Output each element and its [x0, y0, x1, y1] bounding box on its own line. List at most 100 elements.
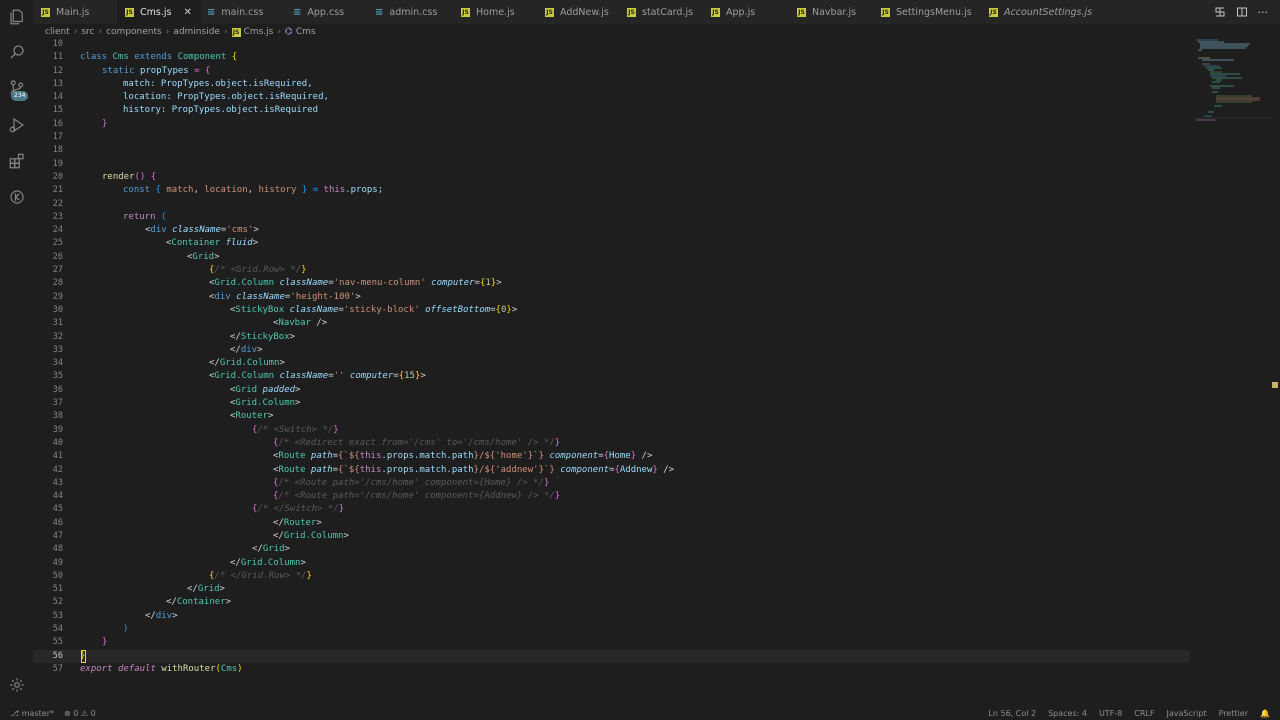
scrollbar-marker: [1272, 382, 1278, 388]
encoding[interactable]: UTF-8: [1099, 709, 1122, 718]
indentation[interactable]: Spaces: 4: [1048, 709, 1087, 718]
remote-icon[interactable]: [0, 182, 33, 212]
code-line: 52 </Container>: [33, 596, 1190, 609]
line-number: 36: [52, 384, 63, 395]
code-line: 19: [33, 158, 1190, 171]
line-number: 19: [52, 158, 63, 169]
close-icon[interactable]: ✕: [183, 7, 191, 18]
tab-home-js[interactable]: JS Home.js: [453, 0, 537, 24]
js-file-icon: JS: [545, 7, 554, 17]
js-file-icon: JS: [989, 7, 998, 17]
code-line: 14 location: PropTypes.object.isRequired,: [33, 91, 1190, 104]
more-actions-icon[interactable]: ···: [1258, 6, 1269, 19]
code-line: 48 </Grid>: [33, 543, 1190, 556]
code-line: 47 </Grid.Column>: [33, 530, 1190, 543]
code-line: 28 <Grid.Column className='nav-menu-colum…: [33, 277, 1190, 290]
line-number: 48: [52, 544, 63, 555]
line-number: 41: [52, 451, 63, 462]
code-line: 40 {/* <Redirect exact from='/cms' to='/c…: [33, 437, 1190, 450]
js-file-icon: JS: [231, 27, 241, 37]
tab-app-css[interactable]: ≡ App.css: [285, 0, 369, 24]
js-file-icon: JS: [627, 7, 636, 17]
code-line: 20 render() {: [33, 171, 1190, 184]
line-number: 51: [52, 584, 63, 595]
code-line: 46 </Router>: [33, 517, 1190, 530]
line-number: 23: [52, 211, 63, 222]
line-number: 17: [52, 132, 63, 143]
js-file-icon: JS: [125, 7, 134, 17]
code-line: 24 <div className='cms'>: [33, 224, 1190, 237]
tab-navbar-js[interactable]: JS Navbar.js: [789, 0, 873, 24]
split-editor-icon[interactable]: [1236, 6, 1248, 18]
code-line: 51 </Grid>: [33, 583, 1190, 596]
language-mode[interactable]: JavaScript: [1166, 709, 1206, 718]
line-number: 57: [52, 663, 63, 674]
line-number: 56: [52, 650, 63, 661]
tab-statcard-js[interactable]: JS statCard.js: [621, 0, 705, 24]
tab-label: Home.js: [476, 6, 515, 18]
code-line: 18: [33, 144, 1190, 157]
css-file-icon: ≡: [207, 6, 216, 18]
code-line: 54): [33, 623, 1190, 636]
open-changes-icon[interactable]: [1214, 6, 1226, 18]
breadcrumb-item[interactable]: src: [81, 27, 94, 37]
tab-label: App.js: [726, 6, 756, 18]
line-number: 10: [52, 39, 63, 49]
code-line-current: 56}: [33, 649, 1190, 663]
code-line: 35 <Grid.Column className='' computer={15…: [33, 370, 1190, 383]
problems-indicator[interactable]: ⊗ 0 ⚠ 0: [64, 709, 96, 718]
notifications-bell-icon[interactable]: 🔔: [1260, 709, 1270, 718]
tab-label: Navbar.js: [812, 6, 857, 18]
tab-label: Cms.js: [140, 6, 172, 18]
cursor-position[interactable]: Ln 56, Col 2: [988, 709, 1036, 718]
vertical-scrollbar[interactable]: [1271, 38, 1280, 706]
search-icon[interactable]: [0, 37, 33, 67]
tab-main-css[interactable]: ≡ main.css: [201, 0, 285, 24]
code-line: 39 {/* <Switch> */}: [33, 424, 1190, 437]
code-line: 43 {/* <Route path='/cms/home' component=…: [33, 477, 1190, 490]
breadcrumb-item[interactable]: Cms: [296, 27, 316, 37]
code-line: 23 return (: [33, 211, 1190, 224]
explorer-icon[interactable]: [0, 2, 33, 32]
code-line: 50 {/* </Grid.Row> */}: [33, 570, 1190, 583]
tab-label: AddNew.js: [560, 6, 609, 18]
tab-settingsmenu-js[interactable]: JS SettingsMenu.js: [873, 0, 983, 24]
breadcrumb-item[interactable]: Cms.js: [244, 27, 274, 37]
tab-addnew-js[interactable]: JS AddNew.js: [537, 0, 621, 24]
tab-cms-js[interactable]: JS Cms.js ✕: [117, 0, 201, 24]
code-line: 45 {/* </Switch> */}: [33, 503, 1190, 516]
line-number: 13: [52, 78, 63, 89]
extensions-icon[interactable]: [0, 146, 33, 176]
breadcrumb-item[interactable]: client: [45, 27, 70, 37]
breadcrumb-item[interactable]: components: [106, 27, 162, 37]
tab-label: AccountSettings.js: [1004, 6, 1093, 18]
code-line: 49 </Grid.Column>: [33, 557, 1190, 570]
settings-gear-icon[interactable]: [0, 670, 33, 700]
code-editor[interactable]: 10 11 class Cms extends Component { 12 sta…: [33, 38, 1190, 676]
tab-app-js[interactable]: JS App.js: [705, 0, 789, 24]
tab-accountsettings-js[interactable]: JS AccountSettings.js: [983, 0, 1103, 24]
formatter[interactable]: Prettier: [1219, 709, 1248, 718]
code-line: 27 {/* <Grid.Row> */}: [33, 264, 1190, 277]
line-number: 44: [52, 491, 63, 502]
tab-main-js[interactable]: JS Main.js: [33, 0, 117, 24]
code-line: 17: [33, 131, 1190, 144]
run-debug-icon[interactable]: [0, 110, 33, 140]
line-number: 11: [52, 52, 63, 63]
code-line: 30 <StickyBox className='sticky-block' of…: [33, 304, 1190, 317]
minimap[interactable]: [1190, 38, 1270, 128]
line-number: 40: [52, 437, 63, 448]
code-line: 41 <Route path={`${this.props.match.path}…: [33, 450, 1190, 463]
tab-label: App.css: [307, 6, 345, 18]
line-endings[interactable]: CRLF: [1134, 709, 1154, 718]
line-number: 49: [52, 557, 63, 568]
breadcrumb-item[interactable]: adminside: [173, 27, 220, 37]
line-number: 18: [52, 145, 63, 156]
activity-bar: 234: [0, 0, 33, 706]
line-number: 55: [52, 637, 63, 648]
branch-indicator[interactable]: ⎇ master*: [10, 709, 54, 718]
symbol-class-icon: ⌬: [284, 27, 293, 37]
chevron-right-icon: ›: [98, 27, 103, 37]
line-number: 22: [52, 198, 63, 209]
tab-admin-css[interactable]: ≡ admin.css: [369, 0, 453, 24]
